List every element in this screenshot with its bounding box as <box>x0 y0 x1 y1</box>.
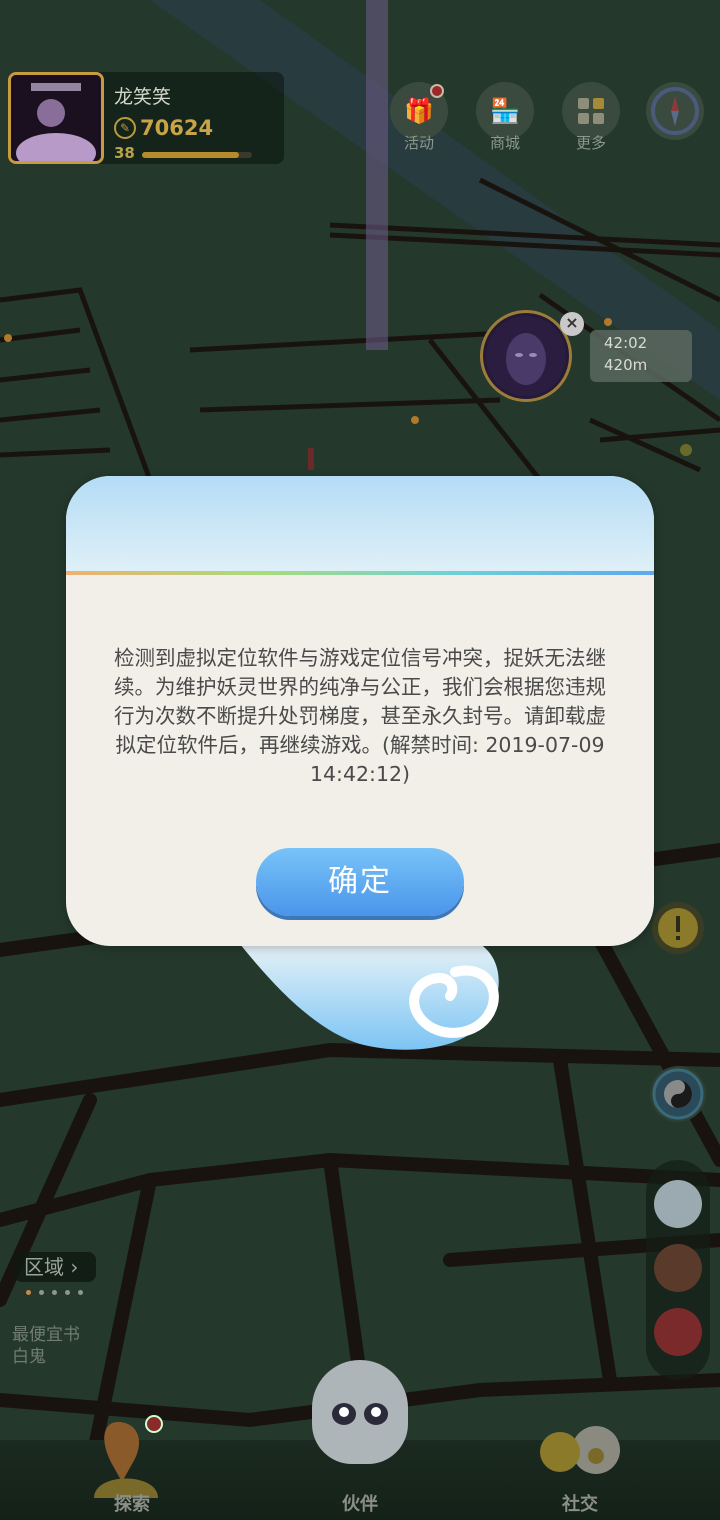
dialog-tail <box>240 944 499 1050</box>
dialog-header <box>66 476 654 572</box>
confirm-button-label: 确定 <box>328 864 392 899</box>
warning-dialog: 检测到虚拟定位软件与游戏定位信号冲突，捉妖无法继续。为维护妖灵世界的纯净与公正，… <box>66 476 654 946</box>
confirm-button[interactable]: 确定 <box>256 848 464 916</box>
dialog-message: 检测到虚拟定位软件与游戏定位信号冲突，捉妖无法继续。为维护妖灵世界的纯净与公正，… <box>114 646 606 786</box>
dialog-divider <box>66 571 654 575</box>
